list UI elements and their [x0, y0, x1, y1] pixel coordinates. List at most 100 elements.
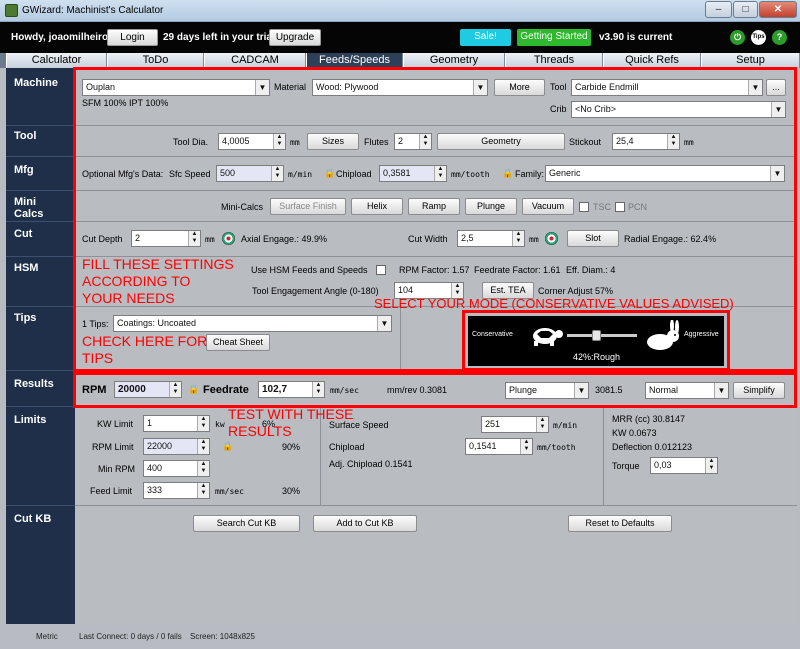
- sale-button[interactable]: Sale!: [460, 29, 511, 46]
- rpm-limit-value: 22000: [147, 441, 173, 451]
- spinner-arrows-icon[interactable]: ▲ ▼: [520, 439, 532, 454]
- spinner-arrows-icon[interactable]: ▲ ▼: [197, 461, 209, 476]
- minimize-button[interactable]: –: [705, 1, 732, 18]
- min-rpm-value: 400: [147, 463, 163, 473]
- sidebar-divider: [6, 406, 75, 407]
- annotation-test-line2: RESULTS: [228, 423, 292, 439]
- limits-chipload-field[interactable]: 0,1541 ▲ ▼: [465, 438, 533, 455]
- tab-feeds-speeds[interactable]: Feeds/Speeds: [306, 53, 403, 68]
- sidebar-machine: Machine: [14, 77, 59, 89]
- deflection-text: Deflection 0.012123: [612, 442, 693, 452]
- upgrade-button[interactable]: Upgrade: [269, 29, 321, 46]
- tips-icon[interactable]: Tips: [751, 30, 766, 45]
- trial-text: 29 days left in your trial.: [163, 32, 278, 43]
- rpm-limit-pct: 90%: [282, 442, 301, 452]
- torque-field[interactable]: 0,03 ▲ ▼: [650, 457, 718, 474]
- tab-geometry[interactable]: Geometry: [403, 53, 505, 68]
- tab-calculator[interactable]: Calculator: [6, 53, 107, 68]
- sidebar-mfg: Mfg: [14, 164, 34, 176]
- sidebar-hsm: HSM: [14, 262, 39, 274]
- sidebar-divider: [6, 125, 75, 126]
- sidebar-divider: [6, 256, 75, 257]
- sidebar-tips: Tips: [14, 312, 37, 324]
- torque-label: Torque: [612, 461, 640, 471]
- kw-limit-label: KW Limit: [97, 419, 133, 429]
- adj-chipload-text: Adj. Chipload 0.1541: [329, 459, 413, 469]
- search-cut-kb-button[interactable]: Search Cut KB: [193, 515, 300, 532]
- status-bar: Metric Last Connect: 0 days / 0 fails Sc…: [0, 624, 800, 649]
- feed-limit-field[interactable]: 333 ▲ ▼: [143, 482, 210, 499]
- section-divider: [75, 505, 797, 506]
- close-button[interactable]: ✕: [759, 1, 797, 18]
- limits-chipload-label: Chipload: [329, 442, 365, 452]
- getting-started-button[interactable]: Getting Started: [517, 29, 591, 46]
- feed-limit-pct: 30%: [282, 486, 301, 496]
- status-screen: Screen: 1048x825: [190, 632, 255, 641]
- limits-chipload-unit: mm/tooth: [537, 443, 576, 452]
- maximize-button[interactable]: □: [733, 1, 758, 18]
- sidebar-divider: [6, 221, 75, 222]
- spinner-arrows-icon[interactable]: ▲ ▼: [197, 483, 209, 498]
- surface-speed-value: 251: [485, 419, 501, 429]
- min-rpm-label: Min RPM: [98, 464, 136, 474]
- tab-cadcam[interactable]: CADCAM: [204, 53, 306, 68]
- annotation-mode: SELECT YOUR MODE (CONSERVATIVE VALUES AD…: [374, 296, 734, 311]
- tab-todo[interactable]: ToDo: [107, 53, 204, 68]
- sidebar-divider: [6, 190, 75, 191]
- annotation-fill-line1: FILL THESE SETTINGS: [82, 256, 234, 272]
- sidebar-divider: [6, 370, 75, 371]
- rpm-limit-label: RPM Limit: [92, 442, 134, 452]
- status-connect: Last Connect: 0 days / 0 fails: [79, 632, 182, 641]
- reset-defaults-button[interactable]: Reset to Defaults: [568, 515, 672, 532]
- main-tabs: Calculator ToDo CADCAM Feeds/Speeds Geom…: [0, 53, 800, 68]
- kw-limit-field[interactable]: 1 ▲ ▼: [143, 415, 210, 432]
- annotation-tips-line1: CHECK HERE FOR: [82, 333, 208, 349]
- limits-divider: [603, 406, 604, 505]
- tab-quick-refs[interactable]: Quick Refs: [603, 53, 701, 68]
- annotation-fill-line2: ACCORDING TO: [82, 273, 191, 289]
- lock-icon[interactable]: 🔒: [222, 441, 233, 452]
- sidebar-tool: Tool: [14, 130, 37, 142]
- window-title: GWizard: Machinist's Calculator: [22, 5, 164, 16]
- feed-limit-unit: mm/sec: [215, 487, 244, 496]
- login-button[interactable]: Login: [107, 29, 158, 46]
- section-sidebar: Machine Tool Mfg Mini Calcs Cut HSM Tips…: [6, 68, 75, 624]
- kw-text: KW 0.0673: [612, 428, 657, 438]
- feed-limit-label: Feed Limit: [90, 486, 133, 496]
- spinner-arrows-icon[interactable]: ▲ ▼: [197, 416, 209, 431]
- sidebar-divider: [6, 156, 75, 157]
- sidebar-cut: Cut: [14, 228, 33, 240]
- mode-highlight-box: [462, 310, 730, 371]
- status-units: Metric: [36, 632, 58, 641]
- help-icon[interactable]: ?: [772, 30, 787, 45]
- app-icon: [5, 4, 18, 17]
- sidebar-results: Results: [14, 378, 54, 390]
- top-bar: Howdy, joaomilheiro! Login 29 days left …: [0, 22, 800, 53]
- power-icon[interactable]: ⏻: [730, 30, 745, 45]
- annotation-tips-line2: TIPS: [82, 350, 114, 366]
- results-highlight-box: [73, 372, 797, 408]
- greeting-text: Howdy, joaomilheiro!: [11, 32, 112, 43]
- limits-chipload-value: 0,1541: [469, 441, 497, 451]
- kw-limit-value: 1: [147, 418, 153, 428]
- spinner-arrows-icon[interactable]: ▲ ▼: [536, 417, 548, 432]
- sidebar-mini-calcs: Mini Calcs: [14, 196, 44, 220]
- mrr-text: MRR (cc) 30.8147: [612, 414, 686, 424]
- tab-threads[interactable]: Threads: [505, 53, 603, 68]
- version-text: v3.90 is current: [599, 32, 673, 43]
- spinner-arrows-icon[interactable]: ▲ ▼: [197, 439, 209, 454]
- sidebar-cut-kb: Cut KB: [14, 513, 52, 525]
- rpm-limit-field[interactable]: 22000 ▲ ▼: [143, 438, 210, 455]
- annotation-fill-line3: YOUR NEEDS: [82, 290, 175, 306]
- sidebar-limits: Limits: [14, 414, 47, 426]
- sidebar-divider: [6, 306, 75, 307]
- min-rpm-field[interactable]: 400 ▲ ▼: [143, 460, 210, 477]
- add-to-cut-kb-button[interactable]: Add to Cut KB: [313, 515, 417, 532]
- feed-limit-value: 333: [147, 485, 163, 495]
- surface-speed-field[interactable]: 251 ▲ ▼: [481, 416, 549, 433]
- sidebar-divider: [6, 505, 75, 506]
- tab-setup[interactable]: Setup: [701, 53, 800, 68]
- spinner-arrows-icon[interactable]: ▲ ▼: [705, 458, 717, 473]
- surface-speed-unit: m/min: [553, 421, 578, 430]
- window-titlebar: GWizard: Machinist's Calculator – □ ✕: [0, 0, 800, 22]
